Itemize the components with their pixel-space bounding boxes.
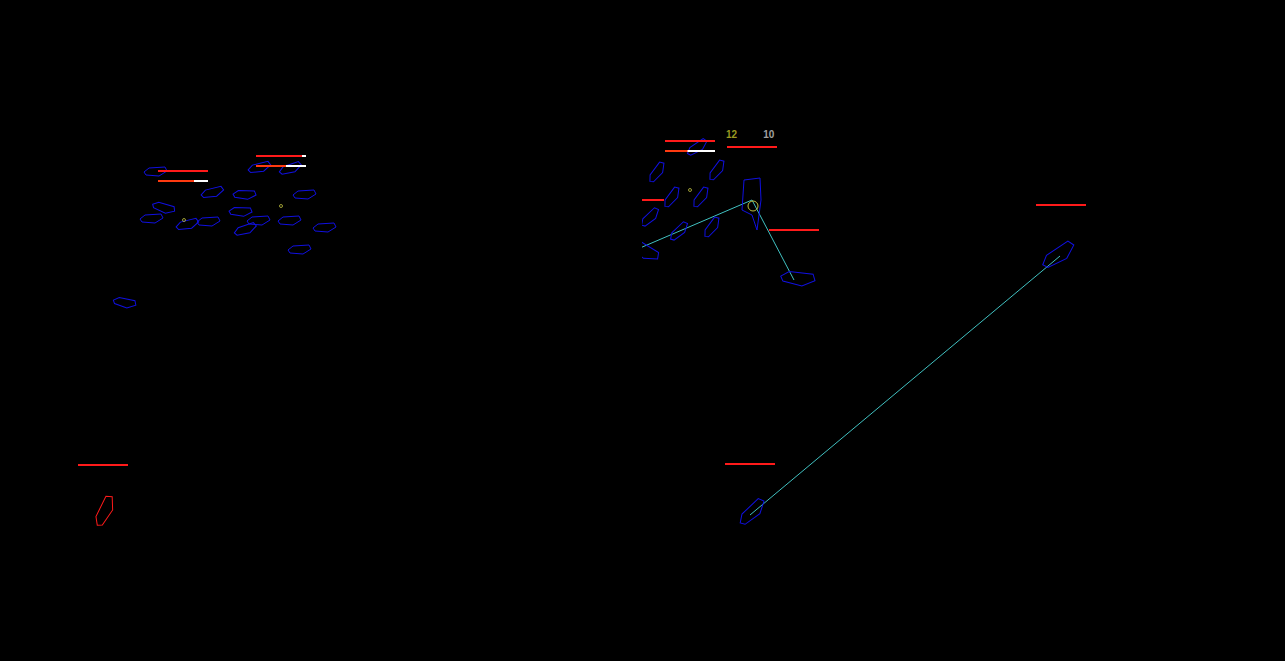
ship[interactable] [690, 186, 712, 209]
game-screen: 12 10 [0, 0, 1285, 661]
ship[interactable] [247, 161, 271, 174]
health-bar [256, 165, 306, 167]
ship[interactable] [706, 159, 728, 182]
health-bar [1036, 204, 1086, 206]
ship[interactable] [229, 206, 253, 217]
health-bar [727, 146, 777, 148]
ship[interactable] [667, 220, 690, 242]
health-bar [642, 199, 664, 201]
ship[interactable] [313, 223, 336, 232]
target-ring [748, 201, 758, 211]
health-bar [725, 463, 775, 465]
ship[interactable] [197, 217, 220, 226]
health-bar [665, 140, 715, 142]
ship[interactable] [701, 216, 723, 239]
ship[interactable] [1039, 239, 1078, 270]
ship[interactable] [736, 497, 769, 527]
health-bar [158, 170, 208, 172]
ship[interactable] [642, 206, 662, 228]
battlefield[interactable] [0, 0, 642, 661]
ship[interactable] [233, 222, 258, 237]
ship[interactable] [288, 245, 311, 254]
waypoint-dot [689, 189, 692, 192]
ship[interactable] [278, 216, 301, 225]
ship[interactable] [646, 161, 668, 184]
ship[interactable] [293, 190, 316, 199]
right-view[interactable] [642, 0, 1284, 661]
target-line [750, 256, 1060, 515]
health-bar [158, 180, 208, 182]
ship[interactable] [140, 214, 163, 223]
target-line [752, 200, 794, 280]
counter: 12 [726, 128, 737, 142]
ship[interactable] [200, 186, 224, 199]
ship[interactable] [91, 494, 118, 528]
ship[interactable] [112, 295, 137, 310]
ship[interactable] [151, 200, 176, 216]
waypoint-dot [183, 219, 186, 222]
left-view[interactable] [0, 0, 642, 661]
health-bar [256, 155, 306, 157]
structure[interactable] [742, 178, 761, 230]
ship[interactable] [780, 269, 816, 288]
battlefield[interactable] [642, 0, 1284, 661]
health-bar [769, 229, 819, 231]
ship[interactable] [278, 161, 303, 176]
ship[interactable] [233, 189, 257, 200]
counter-group: 12 10 [726, 128, 774, 142]
ship[interactable] [661, 186, 683, 209]
counter: 10 [763, 128, 774, 142]
health-bar [665, 150, 715, 152]
waypoint-dot [280, 205, 283, 208]
ship[interactable] [175, 218, 199, 231]
ship[interactable] [642, 234, 661, 265]
health-bar [78, 464, 128, 466]
